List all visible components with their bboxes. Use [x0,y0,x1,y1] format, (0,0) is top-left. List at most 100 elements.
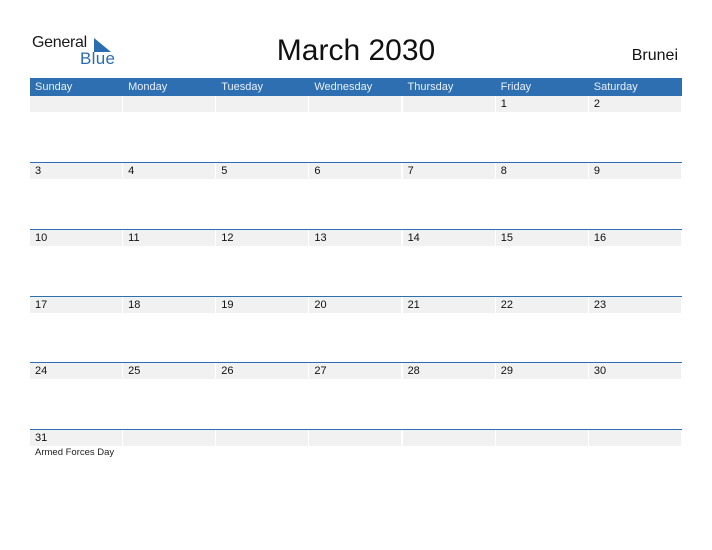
day-cell: 6 [309,163,402,229]
day-number: 24 [30,363,122,379]
weekday-monday: Monday [128,81,168,93]
day-number: 18 [123,297,216,313]
day-cell: 11 [123,230,216,296]
day-number: 22 [495,297,588,313]
weekday-friday: Friday [500,81,532,93]
week-row: 17 18 19 20 21 22 23 [30,296,682,363]
weekday-saturday: Saturday [593,81,638,93]
week-row: 10 11 12 13 14 15 16 [30,229,682,296]
day-cell [309,96,402,162]
day-number [30,96,122,112]
day-number: 23 [588,297,681,313]
day-cell: 1 [495,96,588,162]
day-number: 3 [30,163,122,179]
day-number: 29 [495,363,588,379]
country-label: Brunei [631,47,678,64]
day-number [402,430,495,446]
day-number [309,96,402,112]
weekday-thursday: Thursday [407,81,454,93]
day-number: 9 [588,163,681,179]
day-number: 26 [216,363,309,379]
day-number: 4 [123,163,216,179]
day-number: 13 [309,230,402,246]
day-number [402,96,495,112]
day-number: 27 [309,363,402,379]
day-cell [216,430,309,496]
day-cell: 26 [216,363,309,429]
day-number: 28 [402,363,495,379]
day-number: 1 [495,96,588,112]
day-number: 25 [123,363,216,379]
day-number: 14 [402,230,495,246]
day-cell [402,430,495,496]
day-cell: 31 Armed Forces Day [30,430,122,496]
day-cell: 4 [123,163,216,229]
day-number: 30 [588,363,681,379]
day-cell: 23 [588,297,681,363]
day-number [216,430,309,446]
day-cell: 27 [309,363,402,429]
day-cell: 21 [402,297,495,363]
day-cell: 20 [309,297,402,363]
day-cell: 9 [588,163,681,229]
day-cell: 29 [495,363,588,429]
day-cell [123,430,216,496]
day-number: 2 [588,96,681,112]
weekday-tuesday: Tuesday [221,81,264,93]
day-cell: 12 [216,230,309,296]
day-cell [495,430,588,496]
day-number: 12 [216,230,309,246]
day-number: 31 [30,430,122,446]
day-cell: 3 [30,163,122,229]
day-cell [309,430,402,496]
day-cell: 17 [30,297,122,363]
day-number: 8 [495,163,588,179]
holiday-label: Armed Forces Day [35,447,115,458]
day-number: 20 [309,297,402,313]
weekday-header: Sunday Monday Tuesday Wednesday Thursday… [30,78,682,96]
week-row: 24 25 26 27 28 29 30 [30,362,682,429]
day-cell: 10 [30,230,122,296]
day-cell: 15 [495,230,588,296]
day-number [216,96,309,112]
day-cell: 18 [123,297,216,363]
day-number: 19 [216,297,309,313]
day-number: 16 [588,230,681,246]
day-cell: 5 [216,163,309,229]
day-number: 6 [309,163,402,179]
day-number: 5 [216,163,309,179]
day-number: 10 [30,230,122,246]
day-number: 17 [30,297,122,313]
day-cell [30,96,122,162]
day-cell: 30 [588,363,681,429]
day-cell: 24 [30,363,122,429]
day-cell: 8 [495,163,588,229]
day-number: 11 [123,230,216,246]
day-number [495,430,588,446]
day-cell [588,430,681,496]
day-number [588,430,681,446]
day-number [123,96,216,112]
day-cell: 14 [402,230,495,296]
day-number [123,430,216,446]
day-cell [123,96,216,162]
page-title: March 2030 [276,34,436,67]
day-cell: 13 [309,230,402,296]
day-cell: 16 [588,230,681,296]
day-cell [216,96,309,162]
day-number: 15 [495,230,588,246]
week-row: 31 Armed Forces Day [30,429,682,496]
day-cell: 7 [402,163,495,229]
day-cell [402,96,495,162]
day-cell: 22 [495,297,588,363]
weekday-wednesday: Wednesday [314,81,373,93]
weekday-sunday: Sunday [35,81,73,93]
week-row: 3456789 [30,162,682,229]
day-cell: 19 [216,297,309,363]
day-number: 21 [402,297,495,313]
day-cell: 28 [402,363,495,429]
day-number: 7 [402,163,495,179]
day-number [309,430,402,446]
week-row: 12 [30,96,682,162]
day-cell: 25 [123,363,216,429]
